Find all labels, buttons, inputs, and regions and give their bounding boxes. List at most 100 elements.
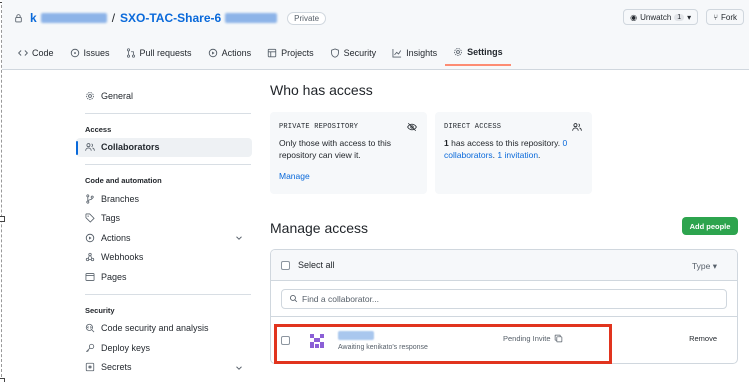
gear-icon (454, 48, 463, 56)
browser-icon (85, 272, 95, 281)
find-collaborator-input[interactable]: Find a collaborator... (281, 288, 727, 309)
codescan-icon (85, 324, 95, 333)
sidebar-item-label: Code security and analysis (101, 323, 209, 334)
repo-title-row: k / SXO-TAC-Share-6 Private (14, 10, 327, 26)
sidebar-item-actions[interactable]: Actions (76, 228, 252, 248)
sidebar-divider (85, 112, 251, 114)
issue-icon (70, 48, 79, 58)
type-filter-dropdown[interactable]: Type ▾ (692, 261, 717, 272)
table-icon (267, 48, 277, 58)
sidebar-item-label: Pages (101, 271, 127, 282)
play-icon (208, 48, 217, 58)
card-title: PRIVATE REPOSITORY (279, 123, 359, 131)
sidebar-item-label: General (101, 90, 134, 101)
repo-tabs: Code Issues Pull requests Actions Projec… (10, 40, 511, 68)
sidebar-item-secrets[interactable]: Secrets (76, 358, 252, 378)
eye-closed-icon (407, 122, 417, 132)
tab-pull-requests[interactable]: Pull requests (118, 40, 200, 66)
who-has-access-title: Who has access (270, 82, 373, 98)
unwatch-button[interactable]: ◉ Unwatch 1 ▾ (623, 9, 699, 25)
unwatch-label: Unwatch (640, 12, 672, 22)
tab-security[interactable]: Security (322, 40, 385, 66)
eye-icon: ◉ (630, 12, 638, 22)
sidebar-item-label: Branches (101, 193, 140, 204)
sidebar-item-label: Tags (101, 213, 121, 224)
lock-icon (14, 13, 23, 23)
tag-icon (85, 213, 95, 223)
tab-actions[interactable]: Actions (200, 40, 260, 66)
tab-code[interactable]: Code (10, 40, 62, 66)
direct-access-card: DIRECT ACCESS 1 has access to this repos… (435, 112, 592, 194)
remove-button[interactable]: Remove (689, 334, 717, 343)
window-frame: k / SXO-TAC-Share-6 Private ◉ Unwatch 1 … (0, 0, 749, 382)
sidebar-item-label: Collaborators (101, 142, 160, 153)
sidebar-item-pages[interactable]: Pages (76, 267, 252, 287)
sidebar-divider (85, 293, 251, 295)
tab-projects[interactable]: Projects (259, 40, 322, 66)
sidebar-section-access: Access (85, 124, 112, 134)
repo-owner-link[interactable]: k (30, 11, 37, 25)
tab-issues[interactable]: Issues (62, 40, 118, 66)
select-all-checkbox[interactable] (281, 260, 290, 270)
sidebar-item-label: Actions (101, 232, 131, 243)
resize-handle[interactable] (0, 378, 5, 382)
card-text: Only those with access to this repositor… (279, 138, 391, 160)
sidebar-item-label: Deploy keys (101, 342, 151, 353)
tab-insights[interactable]: Insights (384, 40, 445, 66)
settings-sidebar: General Access Collaborators Code and au… (76, 82, 252, 382)
sidebar-item-general[interactable]: General (76, 86, 252, 106)
webhook-icon (85, 253, 95, 262)
play-icon (85, 233, 95, 242)
resize-handle[interactable] (0, 216, 5, 222)
key-icon (85, 343, 95, 352)
manage-access-title: Manage access (270, 220, 369, 236)
repo-head-actions: ◉ Unwatch 1 ▾ ⑂ Fork (623, 9, 744, 25)
main-content: Who has access PRIVATE REPOSITORY Only t… (270, 82, 740, 364)
sidebar-item-label: Webhooks (101, 252, 144, 263)
card-title: DIRECT ACCESS (444, 123, 502, 131)
sidebar-divider (85, 164, 251, 165)
repo-name-link[interactable]: SXO-TAC-Share-6 (120, 11, 221, 25)
sidebar-item-collaborators[interactable]: Collaborators (76, 137, 252, 157)
tab-settings[interactable]: Settings (445, 40, 511, 66)
watch-count: 1 (674, 13, 685, 21)
tab-label: Pull requests (139, 48, 192, 58)
add-people-button[interactable]: Add people (682, 217, 738, 235)
code-icon (18, 50, 28, 56)
chevron-down-icon[interactable] (234, 363, 244, 373)
sidebar-item-deploy-keys[interactable]: Deploy keys (76, 338, 252, 358)
sidebar-item-code-security[interactable]: Code security and analysis (76, 319, 252, 339)
tab-label: Projects (281, 48, 314, 58)
manage-link[interactable]: Manage (279, 171, 418, 181)
annotation-highlight-box (274, 324, 612, 364)
shield-icon (330, 48, 339, 58)
panel-header: Select all Type ▾ (271, 250, 737, 281)
fork-button[interactable]: ⑂ Fork (706, 9, 744, 25)
access-cards: PRIVATE REPOSITORY Only those with acces… (270, 112, 592, 194)
sidebar-section-code-automation: Code and automation (85, 176, 162, 185)
graph-icon (392, 48, 402, 58)
redacted-owner (40, 13, 107, 23)
search-icon (289, 294, 298, 303)
tab-label: Settings (467, 47, 503, 57)
branch-icon (86, 194, 94, 204)
sidebar-item-tags[interactable]: Tags (76, 209, 252, 229)
invitation-link[interactable]: 1 invitation (497, 150, 538, 160)
direct-access-text: has access to this repository. (448, 138, 563, 148)
tab-label: Code (32, 48, 54, 58)
chevron-down-icon: ▾ (687, 12, 692, 22)
search-placeholder: Find a collaborator... (302, 293, 380, 304)
chevron-down-icon[interactable] (234, 233, 244, 243)
visibility-badge: Private (287, 11, 327, 25)
sidebar-item-webhooks[interactable]: Webhooks (76, 248, 252, 268)
tab-label: Security (343, 48, 377, 58)
repo-separator: / (111, 11, 116, 25)
tab-label: Issues (83, 48, 110, 58)
fork-icon: ⑂ (713, 12, 718, 22)
private-repo-card: PRIVATE REPOSITORY Only those with acces… (270, 112, 427, 194)
asterisk-box-icon (85, 363, 95, 372)
sidebar-item-branches[interactable]: Branches (76, 189, 252, 209)
select-all-label: Select all (298, 260, 335, 270)
repo-header: k / SXO-TAC-Share-6 Private ◉ Unwatch 1 … (2, 0, 749, 70)
end-text: . (538, 150, 541, 160)
